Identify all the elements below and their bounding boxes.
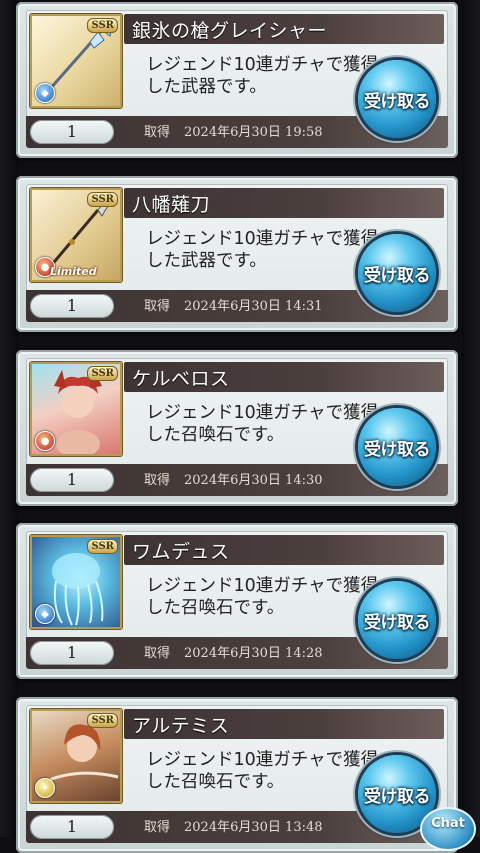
acquired-label: 取得 xyxy=(144,125,171,140)
present-item-body: 銀氷の槍グレイシャー SSR ◆ レジェンド10連ガチャで獲得した武器です。 1… xyxy=(26,10,448,148)
acquired-date: 2024年6月30日 13:48 xyxy=(184,820,323,835)
present-item: 銀氷の槍グレイシャー SSR ◆ レジェンド10連ガチャで獲得した武器です。 1… xyxy=(16,2,458,158)
present-item-body: ワムデュス SSR ◆ レジェンド10連ガチャで獲得した召喚石です。 1 取得 2… xyxy=(26,531,448,669)
present-item: ワムデュス SSR ◆ レジェンド10連ガチャで獲得した召喚石です。 1 取得 2… xyxy=(16,523,458,679)
acquired-label: 取得 xyxy=(144,299,171,314)
acquired-info: 取得 2024年6月30日 14:31 xyxy=(144,295,323,314)
item-thumbnail: SSR ◆ xyxy=(30,535,122,629)
quantity-display: 1 xyxy=(30,120,114,144)
item-name: ワムデュス xyxy=(132,541,230,563)
item-description: レジェンド10連ガチャで獲得した武器です。 xyxy=(146,229,379,271)
rarity-badge: SSR xyxy=(87,192,118,207)
acquired-info: 取得 2024年6月30日 14:28 xyxy=(144,642,323,661)
acquired-info: 取得 2024年6月30日 13:48 xyxy=(144,816,323,835)
quantity-display: 1 xyxy=(30,468,114,492)
item-description: レジェンド10連ガチャで獲得した武器です。 xyxy=(146,55,379,97)
item-thumbnail: SSR ✦ xyxy=(30,709,122,803)
item-thumbnail: SSR ● Limited xyxy=(30,188,122,282)
light-element-icon: ✦ xyxy=(35,778,55,798)
item-description: レジェンド10連ガチャで獲得した召喚石です。 xyxy=(146,576,379,618)
quantity-display: 1 xyxy=(30,641,114,665)
limited-label: Limited xyxy=(50,265,97,278)
acquired-date: 2024年6月30日 14:28 xyxy=(184,646,323,661)
rarity-badge: SSR xyxy=(87,539,118,554)
water-element-icon: ◆ xyxy=(35,83,55,103)
acquired-info: 取得 2024年6月30日 14:30 xyxy=(144,469,323,488)
acquired-date: 2024年6月30日 14:31 xyxy=(184,299,323,314)
receive-button[interactable]: 受け取る xyxy=(358,408,436,486)
acquired-date: 2024年6月30日 14:30 xyxy=(184,473,323,488)
quantity-display: 1 xyxy=(30,294,114,318)
item-name: アルテミス xyxy=(132,715,230,737)
chat-button[interactable]: Chat xyxy=(420,807,476,851)
present-item: アルテミス SSR ✦ レジェンド10連ガチャで獲得した召喚石です。 1 取得 2… xyxy=(16,697,458,853)
receive-button[interactable]: 受け取る xyxy=(358,60,436,138)
item-thumbnail: SSR ◆ xyxy=(30,14,122,108)
present-item-body: 八幡薙刀 SSR ● Limited レジェンド10連ガチャで獲得した武器です。… xyxy=(26,184,448,322)
rarity-badge: SSR xyxy=(87,713,118,728)
item-name: 八幡薙刀 xyxy=(132,194,211,216)
item-description: レジェンド10連ガチャで獲得した召喚石です。 xyxy=(146,750,379,792)
present-item-body: ケルベロス SSR ● レジェンド10連ガチャで獲得した召喚石です。 1 取得 2… xyxy=(26,358,448,496)
right-frame-edge xyxy=(462,0,480,837)
receive-button[interactable]: 受け取る xyxy=(358,234,436,312)
present-item-body: アルテミス SSR ✦ レジェンド10連ガチャで獲得した召喚石です。 1 取得 2… xyxy=(26,705,448,843)
present-item: 八幡薙刀 SSR ● Limited レジェンド10連ガチャで獲得した武器です。… xyxy=(16,176,458,332)
item-thumbnail: SSR ● xyxy=(30,362,122,456)
acquired-date: 2024年6月30日 19:58 xyxy=(184,125,323,140)
present-item: ケルベロス SSR ● レジェンド10連ガチャで獲得した召喚石です。 1 取得 2… xyxy=(16,350,458,506)
item-description: レジェンド10連ガチャで獲得した召喚石です。 xyxy=(146,403,379,445)
receive-button[interactable]: 受け取る xyxy=(358,581,436,659)
fire-element-icon: ● xyxy=(35,431,55,451)
acquired-label: 取得 xyxy=(144,820,171,835)
water-element-icon: ◆ xyxy=(35,604,55,624)
item-name: 銀氷の槍グレイシャー xyxy=(132,20,328,42)
rarity-badge: SSR xyxy=(87,18,118,33)
acquired-label: 取得 xyxy=(144,473,171,488)
acquired-info: 取得 2024年6月30日 19:58 xyxy=(144,121,323,140)
item-name: ケルベロス xyxy=(132,368,230,390)
acquired-label: 取得 xyxy=(144,646,171,661)
quantity-display: 1 xyxy=(30,815,114,839)
rarity-badge: SSR xyxy=(87,366,118,381)
